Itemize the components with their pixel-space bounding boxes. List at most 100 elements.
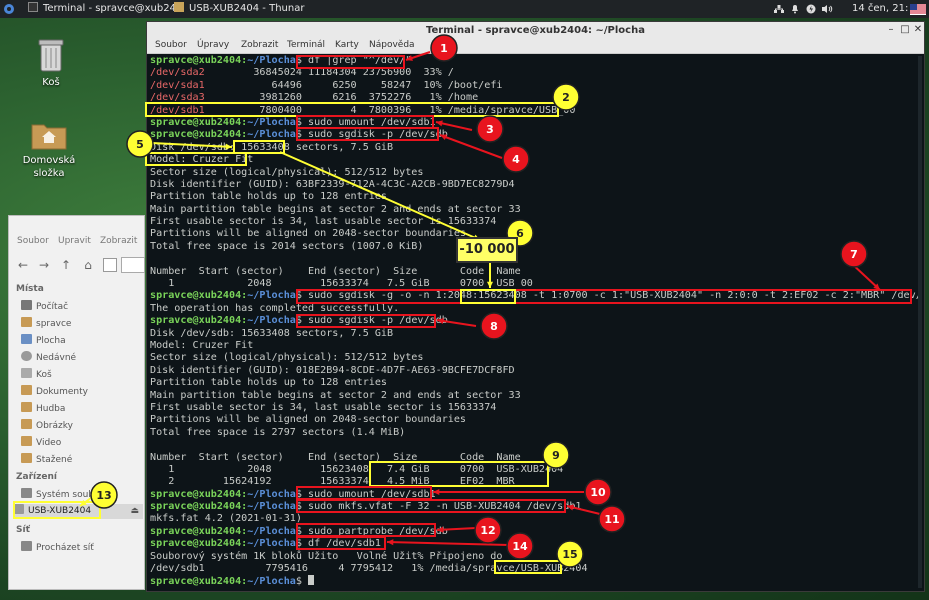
line-text: Disk identifier (GUID): 018E2B94-8CDE-4D… bbox=[150, 364, 515, 376]
sidebar-heading-network: Síť bbox=[16, 525, 30, 535]
forward-arrow-icon[interactable]: → bbox=[37, 258, 51, 272]
home-folder-icon bbox=[31, 124, 67, 150]
tray-volume-icon[interactable] bbox=[822, 0, 836, 18]
sidebar-item-videos[interactable]: Video bbox=[21, 436, 144, 451]
terminal-output-line: /dev/sdb1 7795416 4 7795412 1% /media/sp… bbox=[150, 563, 918, 575]
terminal-output-line: Main partition table begins at sector 2 … bbox=[150, 204, 918, 216]
line-text: Main partition table begins at sector 2 … bbox=[150, 203, 521, 215]
sidebar-item-computer[interactable]: Počítač bbox=[21, 300, 144, 315]
terminal-menubar: Soubor Úpravy Zobrazit Terminál Karty Ná… bbox=[147, 39, 924, 54]
terminal-icon bbox=[28, 2, 38, 12]
menu-item[interactable]: Zobrazit bbox=[100, 236, 137, 246]
maximize-icon[interactable]: □ bbox=[899, 24, 911, 36]
file-manager-window: Soubor Upravit Zobrazit ← → ↑ ⌂ Místa Po… bbox=[8, 215, 145, 590]
terminal-command-line: spravce@xub2404:~/Plocha$ sudo sgdisk -p… bbox=[150, 315, 918, 327]
prompt-user: spravce@xub2404: bbox=[150, 290, 248, 302]
device-name: /dev/sda3 bbox=[150, 92, 205, 104]
terminal-output[interactable]: spravce@xub2404:~/Plocha$ df |grep "^/de… bbox=[150, 55, 918, 587]
line-text: The operation has completed successfully… bbox=[150, 302, 400, 314]
menu-item[interactable]: Upravit bbox=[58, 236, 91, 246]
terminal-output-line: 2 15624192 15633374 4.5 MiB EF02 MBR bbox=[150, 476, 918, 488]
terminal-scrollbar[interactable] bbox=[918, 56, 922, 588]
line-text: Main partition table begins at sector 2 … bbox=[150, 389, 521, 401]
menu-item[interactable]: Terminál bbox=[287, 40, 325, 50]
location-toggle-icon[interactable] bbox=[103, 258, 117, 272]
line-text: Sector size (logical/physical): 512/512 … bbox=[150, 352, 424, 364]
file-manager-toolbar: ← → ↑ ⌂ bbox=[9, 254, 146, 278]
sidebar-item-pictures[interactable]: Obrázky bbox=[21, 419, 144, 434]
prompt-path: ~/Plocha bbox=[247, 116, 296, 128]
terminal-output-line: First usable sector is 34, last usable s… bbox=[150, 216, 918, 228]
trash-icon bbox=[38, 39, 64, 72]
desktop-icon-home[interactable]: Domovská složka bbox=[14, 120, 84, 180]
line-text: /dev/sdb1 7795416 4 7795412 1% /media/sp… bbox=[150, 563, 588, 575]
close-icon[interactable]: ✕ bbox=[912, 24, 924, 36]
sidebar-item-home[interactable]: spravce bbox=[21, 317, 144, 332]
line-text: 64496 6250 58247 10% /boot/efi bbox=[204, 79, 503, 91]
eject-icon[interactable]: ⏏ bbox=[130, 504, 139, 519]
tray-network-icon[interactable] bbox=[774, 0, 786, 18]
sidebar-item-desktop[interactable]: Plocha bbox=[21, 334, 144, 349]
sidebar-item-documents[interactable]: Dokumenty bbox=[21, 385, 144, 400]
line-text: First usable sector is 34, last usable s… bbox=[150, 216, 497, 228]
prompt-path: ~/Plocha bbox=[247, 290, 296, 302]
folder-icon bbox=[174, 2, 184, 12]
line-text: $ sudo umount /dev/sdb1 bbox=[295, 116, 436, 128]
sidebar-item-browse-network[interactable]: Procházet síť bbox=[21, 541, 144, 556]
file-manager-sidebar: Místa Počítač spravce Plocha Nedávné Koš… bbox=[9, 280, 146, 590]
menu-item[interactable]: Nápověda bbox=[369, 40, 415, 50]
terminal-command-line: spravce@xub2404:~/Plocha$ df /dev/sdb1 bbox=[150, 538, 918, 550]
whisker-menu-button[interactable] bbox=[3, 0, 17, 18]
terminal-command-line: spravce@xub2404:~/Plocha$ sudo umount /d… bbox=[150, 117, 918, 129]
prompt-user: spravce@xub2404: bbox=[150, 315, 248, 327]
line-text: Sector size (logical/physical): 512/512 … bbox=[150, 166, 424, 178]
sidebar-item-usb-drive[interactable]: USB-XUB2404 ⏏ bbox=[13, 504, 143, 519]
sidebar-item-filesystem[interactable]: Systém soubor bbox=[21, 488, 144, 503]
taskbar-item-terminal[interactable]: Terminal - spravce@xub240... bbox=[28, 0, 176, 18]
minimize-icon[interactable]: – bbox=[885, 24, 897, 36]
terminal-output-line: Partition table holds up to 128 entries bbox=[150, 377, 918, 389]
line-text: 1 2048 15623408 7.4 GiB 0700 USB-XUB2404 bbox=[150, 463, 564, 475]
line-text: mkfs.fat 4.2 (2021-01-31) bbox=[150, 513, 302, 525]
home-icon[interactable]: ⌂ bbox=[81, 258, 95, 272]
prompt-user: spravce@xub2404: bbox=[150, 538, 248, 550]
menu-item[interactable]: Úpravy bbox=[197, 40, 229, 50]
cursor bbox=[308, 575, 315, 586]
window-title: Terminal - spravce@xub2404: ~/Plocha bbox=[147, 22, 924, 39]
menu-item[interactable]: Zobrazit bbox=[241, 40, 278, 50]
terminal-output-line: /dev/sda1 64496 6250 58247 10% /boot/efi bbox=[150, 80, 918, 92]
line-text: $ sudo umount /dev/sdb1 bbox=[295, 488, 436, 500]
terminal-command-line: spravce@xub2404:~/Plocha$ sudo sgdisk -p… bbox=[150, 129, 918, 141]
back-arrow-icon[interactable]: ← bbox=[16, 258, 30, 272]
prompt-path: ~/Plocha bbox=[247, 538, 296, 550]
up-arrow-icon[interactable]: ↑ bbox=[59, 258, 73, 272]
sidebar-item-music[interactable]: Hudba bbox=[21, 402, 144, 417]
desktop-icon-trash[interactable]: Koš bbox=[16, 38, 86, 89]
line-text: Partition table holds up to 128 entries bbox=[150, 191, 388, 203]
prompt-path: ~/Plocha bbox=[247, 576, 296, 587]
menu-item[interactable]: Soubor bbox=[17, 236, 49, 246]
terminal-command-line: spravce@xub2404:~/Plocha$ sudo sgdisk -g… bbox=[150, 290, 918, 302]
menu-item[interactable]: Soubor bbox=[155, 40, 187, 50]
line-text: Disk /dev/sdb: 15633408 sectors, 7.5 GiB bbox=[150, 327, 394, 339]
terminal-output-line: /dev/sda3 3981260 6216 3752276 1% /home bbox=[150, 92, 918, 104]
sidebar-item-recent[interactable]: Nedávné bbox=[21, 351, 144, 366]
terminal-command-line: spravce@xub2404:~/Plocha$ sudo umount /d… bbox=[150, 489, 918, 501]
taskbar-item-thunar[interactable]: USB-XUB2404 - Thunar bbox=[174, 0, 334, 18]
line-text: Disk identifier (GUID): 63BF2339-712A-4C… bbox=[150, 178, 515, 190]
menu-item[interactable]: Karty bbox=[335, 40, 359, 50]
keyboard-layout-flag-icon[interactable] bbox=[910, 0, 926, 18]
prompt-path: ~/Plocha bbox=[247, 55, 296, 66]
tray-power-icon[interactable] bbox=[806, 0, 818, 18]
clock[interactable]: 14 čen, 21:24 bbox=[852, 0, 908, 18]
prompt-path: ~/Plocha bbox=[247, 315, 296, 327]
sidebar-item-trash[interactable]: Koš bbox=[21, 368, 144, 383]
desktop-icon-label: Domovská složka bbox=[22, 155, 76, 179]
desktop-icon-label: Koš bbox=[42, 77, 60, 88]
address-bar[interactable] bbox=[121, 257, 145, 273]
terminal-output-line: 1 2048 15633374 7.5 GiB 0700 USB 00 bbox=[150, 278, 918, 290]
tray-bell-icon[interactable] bbox=[790, 0, 802, 18]
sidebar-item-downloads[interactable]: Stažené bbox=[21, 453, 144, 468]
